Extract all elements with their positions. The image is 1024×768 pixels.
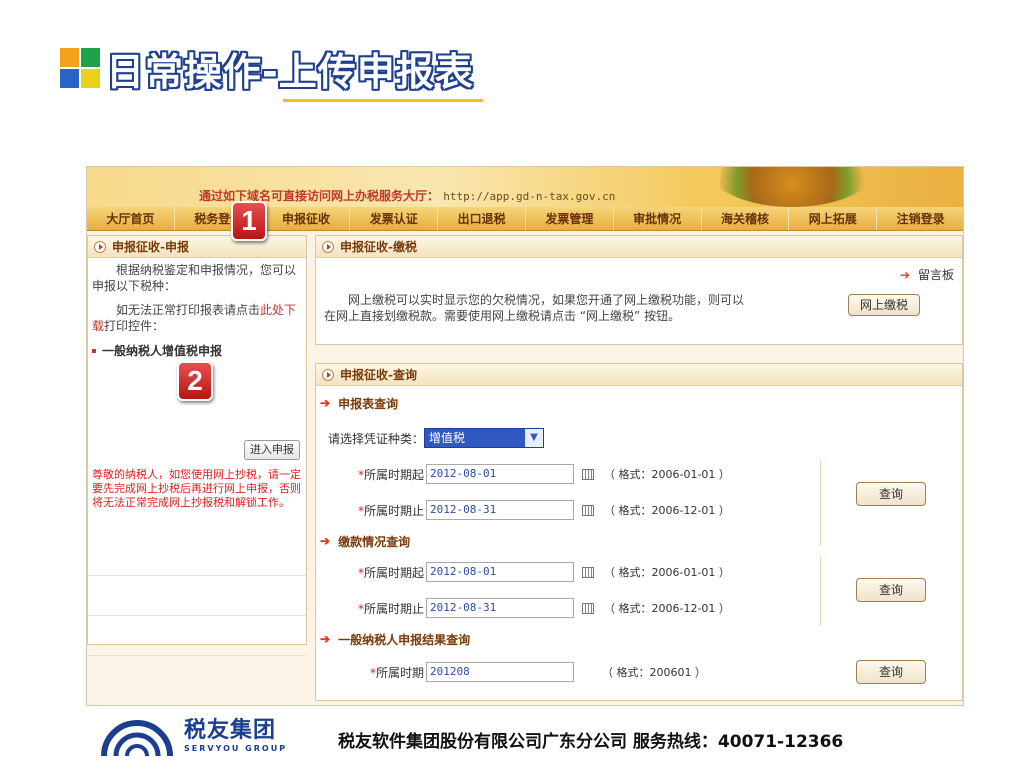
payment-end-row: *所属时期止 2012-08-31 （ 格式：2006-12-01 ） (316, 592, 816, 624)
report-end-input[interactable]: 2012-08-31 (426, 500, 574, 520)
main-nav: 大厅首页 税务登记 申报征收 发票认证 出口退税 发票管理 审批情况 海关稽核 … (87, 207, 963, 231)
report-start-input[interactable]: 2012-08-01 (426, 464, 574, 484)
footer-text: 税友软件集团股份有限公司广东分公司 服务热线：40071-12366 (338, 732, 844, 752)
payment-query-button[interactable]: 查询 (856, 578, 926, 602)
declare-description: 根据纳税鉴定和申报情况，您可以申报以下税种： 如无法正常打印报表请点击此处下载打… (92, 263, 297, 333)
report-query-button[interactable]: 查询 (856, 482, 926, 506)
app-screenshot: 通过如下域名可直接访问网上办税服务大厅： http://app.gd-n-tax… (86, 166, 964, 706)
banner-url[interactable]: http://app.gd-n-tax.gov.cn (443, 190, 615, 203)
nav-export-refund[interactable]: 出口退税 (438, 207, 526, 230)
period-input[interactable]: 201208 (426, 662, 574, 682)
payment-start-row: *所属时期起 2012-08-01 （ 格式：2006-01-01 ） (316, 556, 816, 588)
footer-brand: 税友集团 SERVYOU GROUP (184, 718, 288, 753)
pay-description: 网上缴税可以实时显示您的欠税情况，如果您开通了网上缴税功能，则可以 在网上直接划… (324, 293, 745, 323)
payment-start-input[interactable]: 2012-08-01 (426, 562, 574, 582)
slide-title-bar: 日常操作-上传申报表 (60, 42, 474, 94)
report-query-heading: ➔ 申报表查询 (320, 396, 399, 411)
step-2-badge: 2 (177, 361, 213, 401)
arrow-right-icon: ➔ (320, 534, 331, 548)
pay-panel: 申报征收-缴税 ➔ 留言板 网上缴税可以实时显示您的欠税情况，如果您开通了网上缴税… (315, 235, 963, 345)
calendar-icon[interactable] (582, 468, 594, 480)
left-panel-filler (88, 536, 306, 656)
step-1-badge: 1 (231, 201, 267, 241)
nav-logout[interactable]: 注销登录 (877, 207, 963, 230)
report-start-row: *所属时期起 2012-08-01 （ 格式：2006-01-01 ） (316, 458, 816, 490)
result-query-button[interactable]: 查询 (856, 660, 926, 684)
bullet-icon (92, 348, 96, 353)
circle-arrow-icon (322, 368, 334, 381)
period-row: *所属时期 201208 （ 格式：200601 ） (316, 656, 816, 688)
result-query-heading: ➔ 一般纳税人申报结果查询 (320, 632, 471, 647)
warning-text: 尊敬的纳税人，如您使用网上抄税，请一定要先完成网上抄税后再进行网上申报，否则将无… (92, 468, 301, 509)
arrow-right-icon: ➔ (320, 396, 331, 410)
nav-approval[interactable]: 审批情况 (614, 207, 702, 230)
enter-declare-button[interactable]: 进入申报 (244, 440, 300, 460)
nav-customs[interactable]: 海关稽核 (702, 207, 790, 230)
report-end-row: *所属时期止 2012-08-31 （ 格式：2006-12-01 ） (316, 494, 816, 526)
calendar-icon[interactable] (582, 566, 594, 578)
slide-title: 日常操作-上传申报表 (106, 49, 474, 94)
arrow-right-icon: ➔ (320, 632, 331, 646)
nav-declaration[interactable]: 申报征收 (263, 207, 351, 230)
chevron-down-icon: ▼ (525, 429, 543, 447)
online-pay-button[interactable]: 网上缴税 (848, 294, 920, 316)
title-logo-icon (60, 48, 100, 88)
nav-home[interactable]: 大厅首页 (87, 207, 175, 230)
servyou-logo-icon (101, 720, 173, 756)
query-panel-header: 申报征收-查询 (316, 364, 962, 386)
declare-panel: 申报征收-申报 根据纳税鉴定和申报情况，您可以申报以下税种： 如无法正常打印报表… (87, 235, 307, 656)
declare-panel-header: 申报征收-申报 (88, 236, 306, 258)
voucher-type-row: 请选择凭证种类： 增值税 ▼ (316, 422, 816, 454)
app-banner: 通过如下域名可直接访问网上办税服务大厅： http://app.gd-n-tax… (87, 167, 963, 207)
nav-invoice-mgmt[interactable]: 发票管理 (526, 207, 614, 230)
circle-arrow-icon (322, 240, 334, 253)
query-panel: 申报征收-查询 ➔ 申报表查询 请选择凭证种类： 增值税 ▼ *所属时期起 201… (315, 363, 963, 701)
circle-arrow-icon (94, 240, 106, 253)
payment-query-heading: ➔ 缴款情况查询 (320, 534, 411, 549)
divider (820, 556, 821, 626)
nav-extension[interactable]: 网上拓展 (789, 207, 878, 230)
voucher-type-select[interactable]: 增值税 ▼ (424, 428, 544, 448)
title-underline (283, 99, 483, 102)
pay-panel-header: 申报征收-缴税 (316, 236, 962, 258)
calendar-icon[interactable] (582, 504, 594, 516)
vat-declare-heading: 一般纳税人增值税申报 (92, 342, 306, 359)
payment-end-input[interactable]: 2012-08-31 (426, 598, 574, 618)
calendar-icon[interactable] (582, 602, 594, 614)
message-board-link[interactable]: ➔ 留言板 (900, 266, 954, 283)
arrow-right-icon: ➔ (899, 268, 910, 282)
nav-invoice-cert[interactable]: 发票认证 (350, 207, 439, 230)
globe-icon (707, 167, 877, 207)
